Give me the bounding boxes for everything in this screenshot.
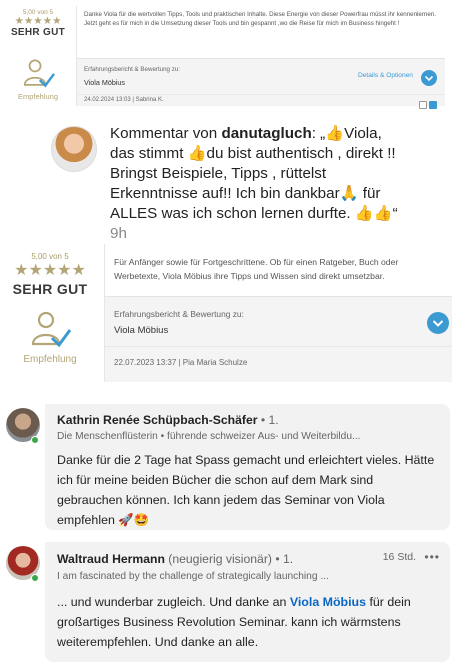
linkedin-comment-1: Kathrin Renée Schüpbach-Schäfer • 1. Die… xyxy=(0,404,452,532)
review-date: 24.02.2024 13:03 | Sabrina K. xyxy=(84,97,164,103)
review-body: Für Anfänger sowie für Fortgeschrittene.… xyxy=(104,244,452,382)
expand-details-button[interactable] xyxy=(421,70,437,86)
checkbox-icon[interactable] xyxy=(429,100,437,109)
details-options-link[interactable]: Details & Optionen xyxy=(358,72,413,79)
rating-score: 5,00 von 5 xyxy=(31,252,69,261)
social-comment: Kommentar von danutagluch: „👍Viola, das … xyxy=(0,120,452,242)
avatar xyxy=(51,126,97,172)
online-status-icon xyxy=(31,436,39,444)
review-body: Danke Viola für die wertvollen Tipps, To… xyxy=(76,6,445,109)
rating-grade: SEHR GUT xyxy=(10,27,66,38)
connection-degree: • 1. xyxy=(271,552,294,566)
commenter-tagline: (neugierig visionär) xyxy=(164,552,272,566)
review-card-1: 5,00 von 5 ★★★★★ SEHR GUT Empfehlung Dan… xyxy=(0,0,452,112)
connection-degree: • 1. xyxy=(257,413,279,427)
message-start: ... und wunderbar zugleich. Und danke an xyxy=(57,595,290,609)
review-date: 22.07.2023 13:37 | Pia Maria Schulze xyxy=(114,358,248,367)
review-footer: 22.07.2023 13:37 | Pia Maria Schulze xyxy=(105,346,452,382)
recommendation-label: Empfehlung xyxy=(23,354,77,365)
linkedin-comment-2: Waltraud Hermann (neugierig visionär) • … xyxy=(0,542,452,664)
commenter-name[interactable]: Waltraud Hermann (neugierig visionär) • … xyxy=(57,552,293,566)
expand-details-button[interactable] xyxy=(427,312,449,334)
chevron-down-icon xyxy=(424,75,434,82)
comment-bubble: Waltraud Hermann (neugierig visionär) • … xyxy=(45,542,450,662)
comment-prefix: Kommentar von xyxy=(110,125,222,142)
review-meta: Erfahrungsbericht & Bewertung zu: Viola … xyxy=(105,296,452,346)
comment-timestamp: 9h xyxy=(110,225,127,242)
commenter-name-text[interactable]: Waltraud Hermann xyxy=(57,552,165,566)
comment-text: Kommentar von danutagluch: „👍Viola, das … xyxy=(110,124,410,244)
star-rating-icon: ★★★★★ xyxy=(14,15,62,27)
online-status-icon xyxy=(31,574,39,582)
commenter-name[interactable]: Kathrin Renée Schüpbach-Schäfer • 1. xyxy=(57,413,279,427)
commenter-headline: Die Menschenflüsterin • führende schweiz… xyxy=(57,431,361,442)
rating-badge: 5,00 von 5 ★★★★★ SEHR GUT Empfehlung xyxy=(0,244,100,382)
recommendation-user-check-icon xyxy=(23,59,55,88)
review-text: Danke Viola für die wertvollen Tipps, To… xyxy=(84,11,436,28)
review-text: Für Anfänger sowie für Fortgeschrittene.… xyxy=(114,257,399,281)
reviewed-name: Viola Möbius xyxy=(114,325,169,336)
comment-timestamp: 16 Std. xyxy=(382,551,416,563)
report-label: Erfahrungsbericht & Bewertung zu: xyxy=(84,66,180,73)
rating-grade: SEHR GUT xyxy=(12,281,88,297)
review-footer: 24.02.2024 13:03 | Sabrina K. xyxy=(77,94,445,109)
commenter-headline: I am fascinated by the challenge of stra… xyxy=(57,571,329,582)
commenter-name-text[interactable]: Kathrin Renée Schüpbach-Schäfer xyxy=(57,413,257,427)
mention-link[interactable]: Viola Möbius xyxy=(290,595,366,609)
rating-badge: 5,00 von 5 ★★★★★ SEHR GUT Empfehlung xyxy=(0,6,76,106)
review-card-2: 5,00 von 5 ★★★★★ SEHR GUT Empfehlung Für… xyxy=(0,244,452,382)
comment-message: ... und wunderbar zugleich. Und danke an… xyxy=(57,592,442,652)
recommendation-user-check-icon xyxy=(31,311,72,348)
more-options-icon[interactable]: ••• xyxy=(424,550,440,564)
view-icon[interactable] xyxy=(419,100,427,109)
review-meta: Erfahrungsbericht & Bewertung zu: Viola … xyxy=(77,58,445,94)
comment-author[interactable]: danutagluch xyxy=(221,125,311,142)
recommendation-label: Empfehlung xyxy=(17,92,59,101)
chevron-down-icon xyxy=(432,320,444,327)
report-label: Erfahrungsbericht & Bewertung zu: xyxy=(114,309,244,319)
comment-message: Danke für die 2 Tage hat Spass gemacht u… xyxy=(57,453,435,527)
comment-bubble: Kathrin Renée Schüpbach-Schäfer • 1. Die… xyxy=(45,404,450,530)
reviewed-name: Viola Möbius xyxy=(84,78,126,87)
star-rating-icon: ★★★★★ xyxy=(14,262,86,279)
